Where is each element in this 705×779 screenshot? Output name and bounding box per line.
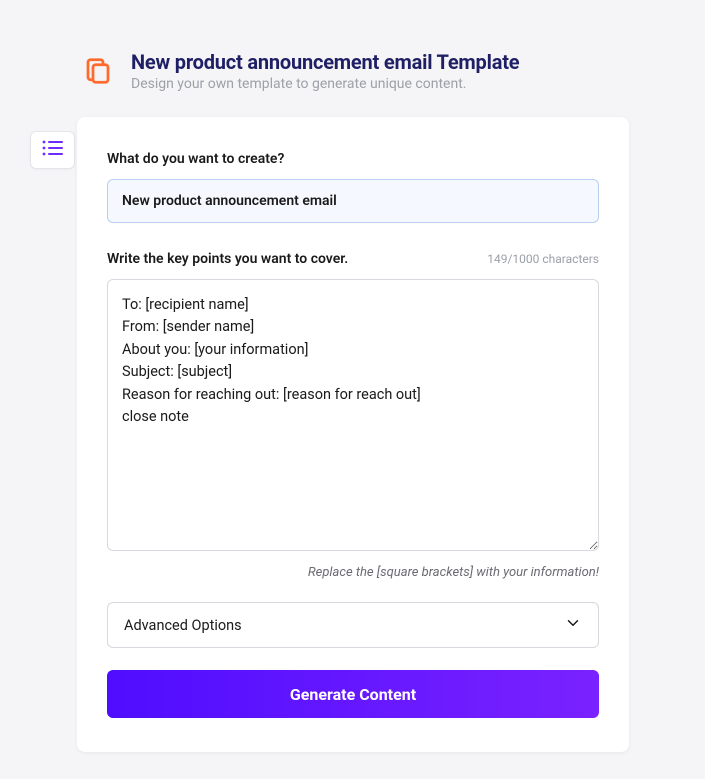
page-title: New product announcement email Template xyxy=(131,50,519,74)
list-icon xyxy=(42,140,64,160)
chevron-down-icon xyxy=(564,614,582,636)
keypoints-textarea[interactable] xyxy=(107,279,599,551)
page-header: New product announcement email Template … xyxy=(0,0,705,92)
generate-content-button[interactable]: Generate Content xyxy=(107,670,599,718)
char-counter: 149/1000 characters xyxy=(487,252,599,266)
create-input[interactable] xyxy=(107,179,599,223)
page-subtitle: Design your own template to generate uni… xyxy=(131,76,519,92)
advanced-options-toggle[interactable]: Advanced Options xyxy=(107,602,599,648)
keypoints-label: Write the key points you want to cover. xyxy=(107,251,348,267)
template-form-card: What do you want to create? Write the ke… xyxy=(77,117,629,752)
hint-text: Replace the [square brackets] with your … xyxy=(107,565,599,580)
document-copy-icon xyxy=(83,56,113,90)
advanced-options-label: Advanced Options xyxy=(124,617,242,634)
list-toggle-button[interactable] xyxy=(30,131,75,169)
create-label: What do you want to create? xyxy=(107,151,599,167)
